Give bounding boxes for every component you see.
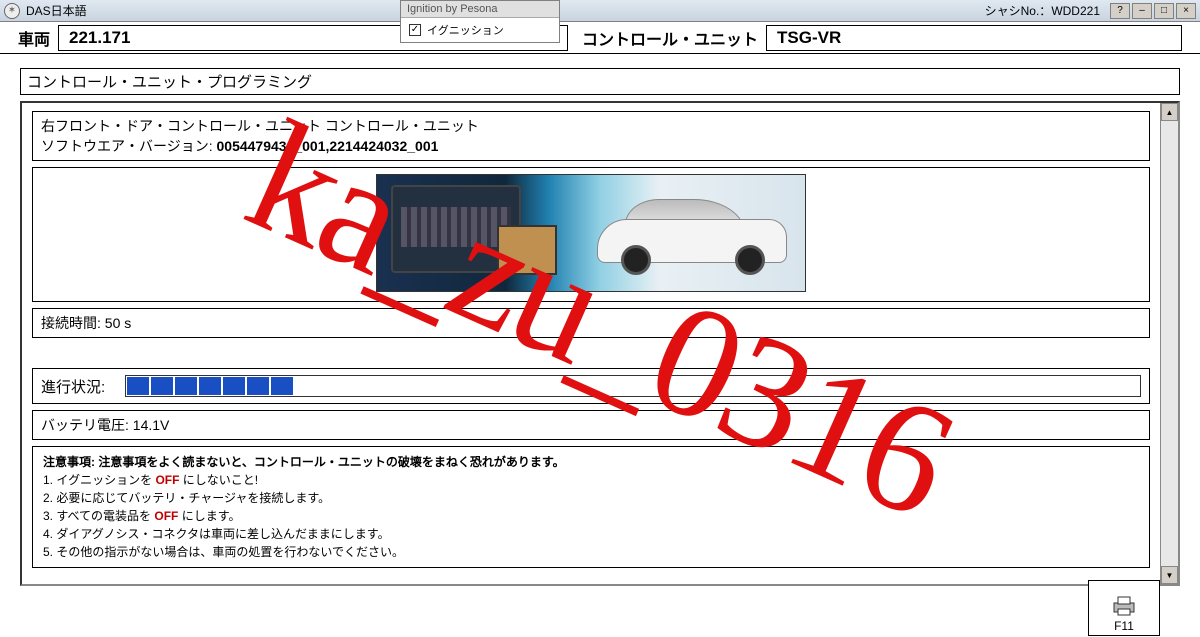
note-line: 1. イグニッションを OFF にしないこと! bbox=[43, 471, 1139, 489]
popup-header: Ignition by Pesona bbox=[401, 1, 559, 18]
notes-box: 注意事項: 注意事項をよく読まないと、コントロール・ユニットの破壊をまねく恐れが… bbox=[32, 446, 1150, 568]
spacer bbox=[32, 344, 1150, 362]
progress-segment bbox=[223, 377, 245, 395]
diagnostic-image bbox=[376, 174, 806, 292]
progress-segment bbox=[175, 377, 197, 395]
progress-bar bbox=[125, 375, 1141, 397]
progress-segment bbox=[151, 377, 173, 395]
function-key-row: F11 bbox=[1088, 579, 1160, 637]
diagnostic-image-box bbox=[32, 167, 1150, 302]
ignition-checkbox-row[interactable]: ✓ イグニッション bbox=[401, 18, 559, 42]
battery-box: バッテリ電圧: 14.1V bbox=[32, 410, 1150, 440]
main-panel: 右フロント・ドア・コントロール・ユニット コントロール・ユニット ソフトウエア・… bbox=[20, 101, 1180, 586]
ecu-info-box: 右フロント・ドア・コントロール・ユニット コントロール・ユニット ソフトウエア・… bbox=[32, 111, 1150, 161]
connection-time-box: 接続時間: 50 s bbox=[32, 308, 1150, 338]
help-button[interactable]: ? bbox=[1110, 3, 1130, 19]
progress-label: 進行状況: bbox=[41, 376, 105, 397]
checkbox-checked-icon: ✓ bbox=[409, 24, 421, 36]
progress-segment bbox=[247, 377, 269, 395]
chassis-label: シャシNo.：WDD221 bbox=[985, 2, 1100, 19]
mercedes-logo-icon: ✶ bbox=[4, 3, 20, 19]
scroll-down-icon[interactable]: ▼ bbox=[1161, 566, 1178, 584]
section-title: コントロール・ユニット・プログラミング bbox=[20, 68, 1180, 95]
minimize-button[interactable]: – bbox=[1132, 3, 1152, 19]
ignition-label: イグニッション bbox=[427, 22, 504, 38]
progress-segment bbox=[127, 377, 149, 395]
note-line: 5. その他の指示がない場合は、車両の処置を行わないでください。 bbox=[43, 543, 1139, 561]
note-line: 2. 必要に応じてバッテリ・チャージャを接続します。 bbox=[43, 489, 1139, 507]
title-bar: ✶ DAS日本語 シャシNo.：WDD221 ? – □ × bbox=[0, 0, 1200, 22]
notes-title: 注意事項: 注意事項をよく読まないと、コントロール・ユニットの破壊をまねく恐れが… bbox=[43, 453, 1139, 471]
ignition-popup: Ignition by Pesona ✓ イグニッション bbox=[400, 0, 560, 43]
progress-box: 進行状況: bbox=[32, 368, 1150, 404]
f11-print-button[interactable]: F11 bbox=[1088, 580, 1160, 636]
note-line: 4. ダイアグノシス・コネクタは車両に差し込んだままにします。 bbox=[43, 525, 1139, 543]
progress-segment bbox=[199, 377, 221, 395]
ecu-label: コントロール・ユニット bbox=[582, 26, 758, 50]
close-button[interactable]: × bbox=[1176, 3, 1196, 19]
ecu-info-line1: 右フロント・ドア・コントロール・ユニット コントロール・ユニット bbox=[41, 116, 1141, 136]
note-line: 3. すべての電装品を OFF にします。 bbox=[43, 507, 1139, 525]
scroll-up-icon[interactable]: ▲ bbox=[1161, 103, 1178, 121]
maximize-button[interactable]: □ bbox=[1154, 3, 1174, 19]
progress-segment bbox=[271, 377, 293, 395]
ecu-value: TSG-VR bbox=[766, 25, 1182, 51]
f11-label: F11 bbox=[1114, 619, 1134, 633]
printer-icon bbox=[1110, 595, 1138, 617]
vertical-scrollbar[interactable]: ▲ ▼ bbox=[1160, 103, 1178, 584]
vehicle-label: 車両 bbox=[18, 26, 50, 50]
ecu-info-line2: ソフトウエア・バージョン: 0054479432_001,2214424032_… bbox=[41, 136, 1141, 156]
app-title: DAS日本語 bbox=[26, 2, 87, 19]
header-row: 車両 221.171 コントロール・ユニット TSG-VR bbox=[0, 22, 1200, 54]
